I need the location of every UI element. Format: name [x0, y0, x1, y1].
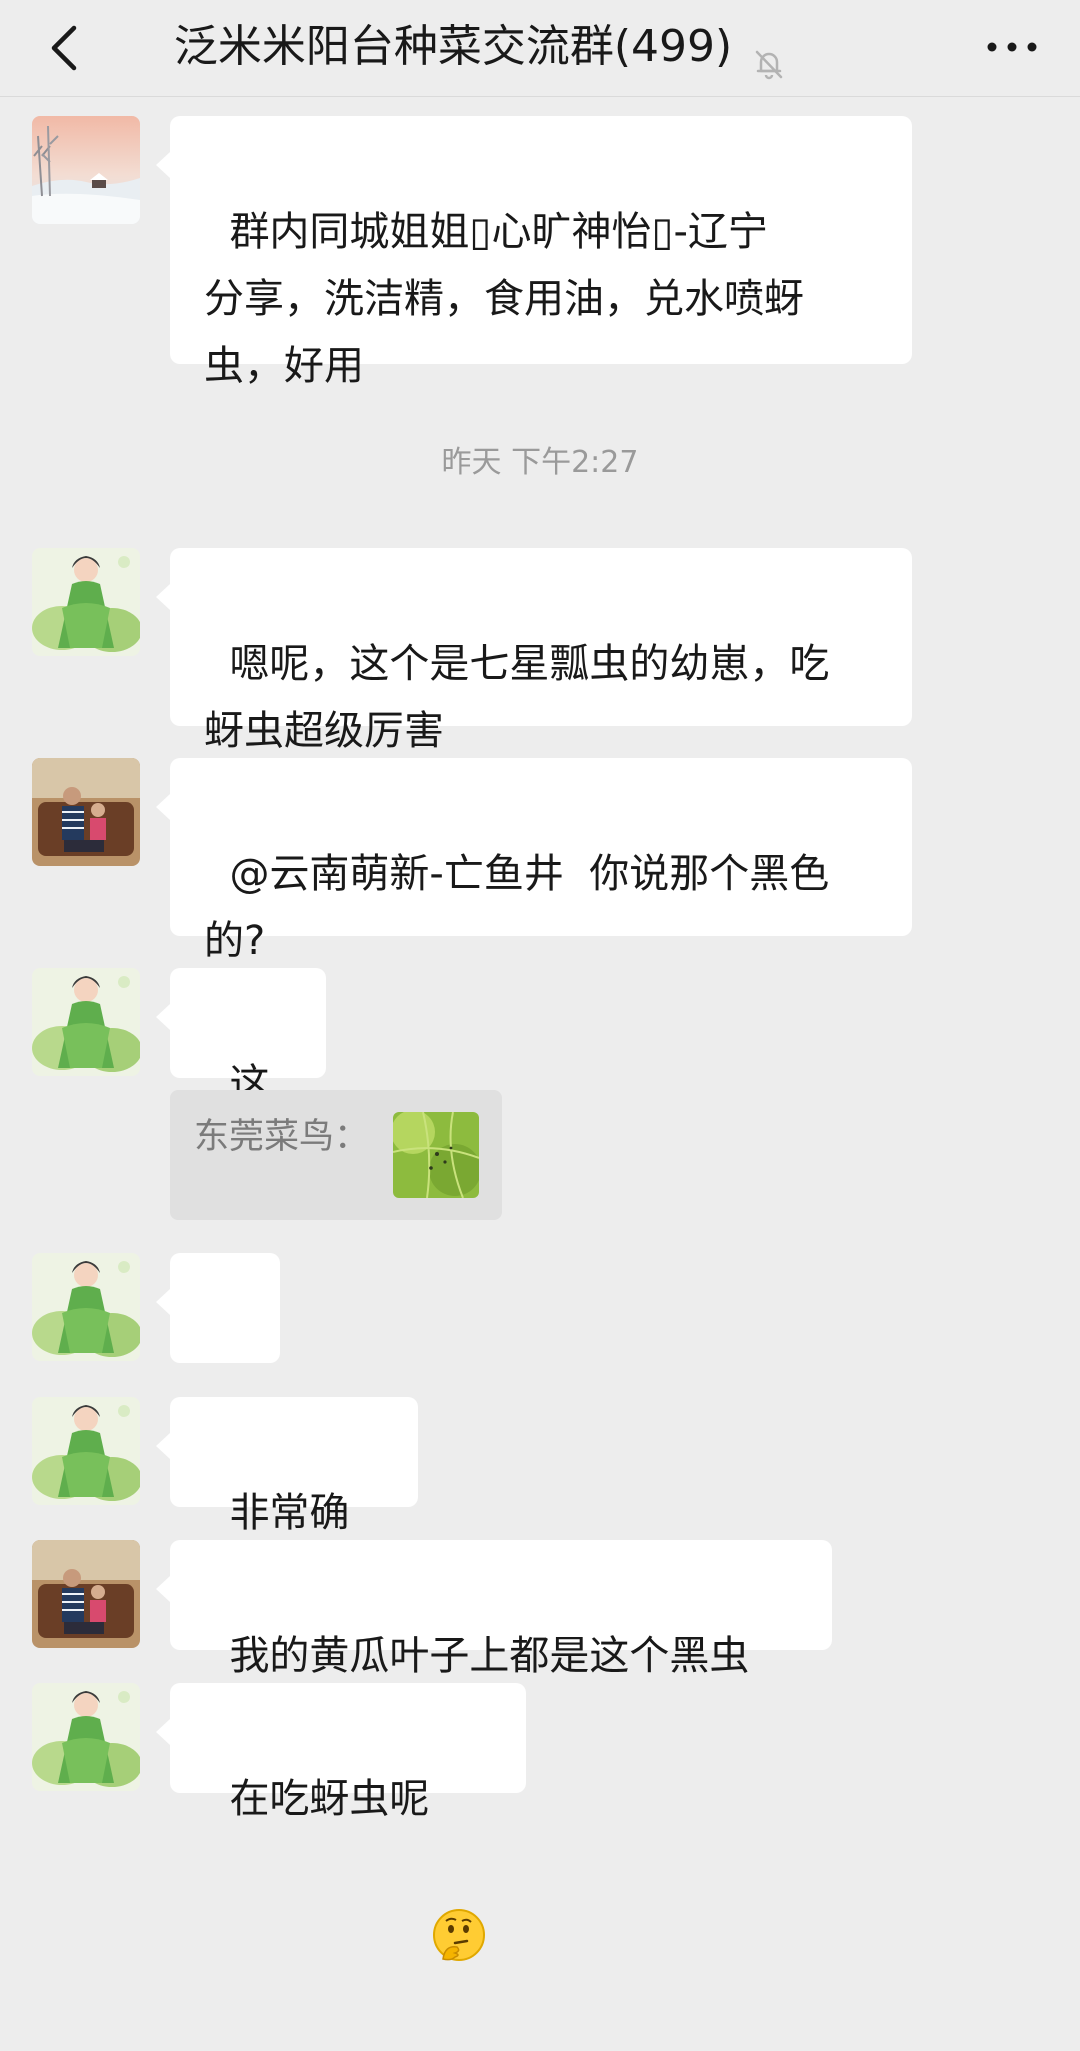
- message-bubble-6[interactable]: 非常确定: [156, 1397, 418, 1603]
- quote-sender: 东莞菜鸟：: [194, 1117, 370, 1157]
- message-bubble-7[interactable]: 我的黄瓜叶子上都是这个黑虫: [156, 1540, 832, 1679]
- quoted-message[interactable]: 东莞菜鸟：: [170, 1090, 502, 1220]
- family-photo-avatar[interactable]: [32, 758, 140, 866]
- green-girl-avatar[interactable]: [32, 1683, 140, 1791]
- message-text-3: @云南萌新-亡鱼井 你说那个黑色 的?: [204, 851, 830, 964]
- chevron-left-icon: [51, 25, 77, 71]
- bell-off-icon: [752, 32, 786, 80]
- back-button[interactable]: [40, 18, 96, 78]
- more-button[interactable]: [980, 22, 1044, 72]
- chat-title-wrap: 泛米米阳台种菜交流群(499): [110, 12, 850, 82]
- green-girl-avatar[interactable]: [32, 968, 140, 1076]
- thinking-face-icon: [431, 1773, 487, 1961]
- green-girl-avatar[interactable]: [32, 1253, 140, 1361]
- green-girl-avatar[interactable]: [32, 1397, 140, 1505]
- snow-landscape-avatar[interactable]: [32, 116, 140, 224]
- message-text-8: 在吃蚜虫呢: [229, 1776, 430, 1822]
- message-text-7: 我的黄瓜叶子上都是这个黑虫: [229, 1633, 750, 1679]
- timestamp: 昨天 下午2:27: [441, 445, 639, 480]
- message-bubble-2[interactable]: 嗯呢，这个是七星瓢虫的幼崽，吃 蚜虫超级厉害: [156, 548, 912, 754]
- message-text-2: 嗯呢，这个是七星瓢虫的幼崽，吃 蚜虫超级厉害: [204, 641, 830, 754]
- message-text-1: 群内同城姐姐▯心旷神怡▯-辽宁 分享，洗洁精，食用油，兑水喷蚜 虫，好用: [204, 209, 804, 389]
- green-girl-avatar[interactable]: [32, 548, 140, 656]
- message-bubble-8[interactable]: 在吃蚜虫呢: [156, 1683, 526, 1961]
- chat-title: 泛米米阳台种菜交流群(499): [173, 21, 733, 72]
- leaf-photo-thumbnail[interactable]: [393, 1112, 479, 1198]
- chat-header: 泛米米阳台种菜交流群(499): [0, 0, 1080, 97]
- message-bubble-5[interactable]: 是: [156, 1253, 280, 1459]
- message-bubble-1[interactable]: 群内同城姐姐▯心旷神怡▯-辽宁 分享，洗洁精，食用油，兑水喷蚜 虫，好用: [156, 116, 912, 389]
- message-bubble-3[interactable]: @云南萌新-亡鱼井 你说那个黑色 的?: [156, 758, 912, 964]
- more-dots-icon: [987, 42, 1037, 52]
- family-photo-avatar[interactable]: [32, 1540, 140, 1648]
- message-bubble-4[interactable]: 这个: [156, 968, 326, 1174]
